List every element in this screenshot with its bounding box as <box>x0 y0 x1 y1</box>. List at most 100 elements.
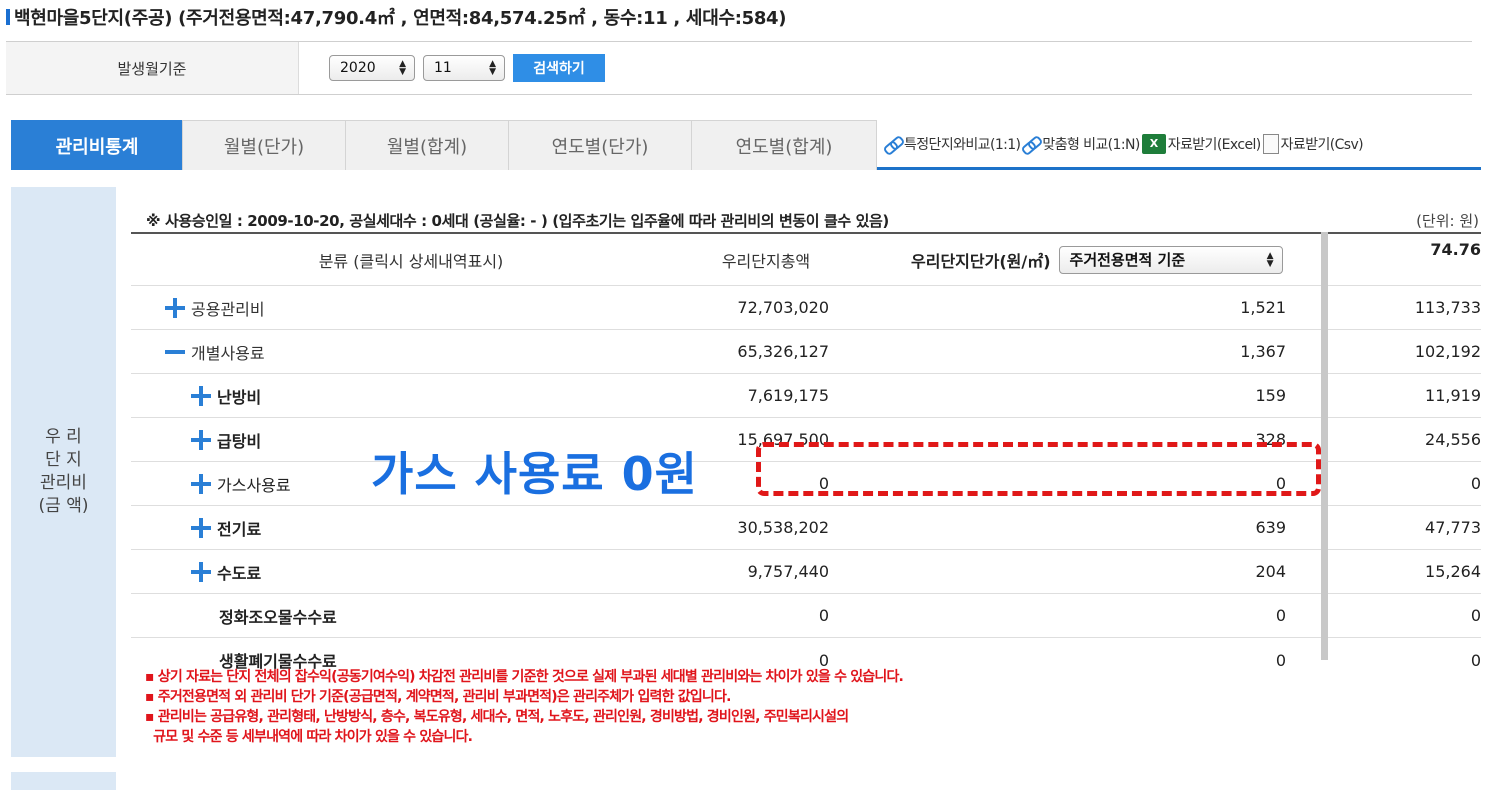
compare-custom-link[interactable]: 맞춤형 비교(1:N) <box>1022 134 1140 154</box>
row-total: 7,619,175 <box>747 386 829 405</box>
header-unit-price: 우리단지단가(원/㎡) 주거전용면적 기준 ▲ ▼ <box>911 245 1283 274</box>
filter-label: 발생월기준 <box>6 42 299 94</box>
row-third: 0 <box>1470 606 1481 625</box>
row-category: 공용관리비 <box>131 296 691 320</box>
tab-monthly-unit[interactable]: 월별(단가) <box>182 120 346 170</box>
row-category: 정화조오물수수료 <box>131 604 691 628</box>
row-third: 47,773 <box>1425 518 1481 537</box>
row-third: 24,556 <box>1425 430 1481 449</box>
row-label: 가스사용료 <box>217 475 291 495</box>
disclaimer-line: ▪ 주거전용면적 외 관리비 단가 기준(공급면적, 계약면적, 관리비 부과면… <box>145 689 731 705</box>
year-value: 2020 <box>340 60 376 76</box>
month-select[interactable]: 11 ▲ ▼ <box>423 55 505 81</box>
link-icon <box>884 137 902 151</box>
header-third: 74.76 <box>1430 240 1481 259</box>
download-csv-label: 자료받기(Csv) <box>1280 136 1364 153</box>
table-row[interactable]: 개별사용료 65,326,127 1,367 102,192 <box>131 330 1481 374</box>
column-divider <box>1321 232 1328 660</box>
row-third: 0 <box>1470 474 1481 493</box>
tab-fee-statistics[interactable]: 관리비통계 <box>11 120 183 170</box>
side-label-line: (금 액) <box>38 496 89 516</box>
table-row[interactable]: 수도료 9,757,440 204 15,264 <box>131 550 1481 594</box>
row-third: 102,192 <box>1414 342 1481 361</box>
expand-plus-icon[interactable] <box>191 561 211 582</box>
row-label: 급탕비 <box>217 431 262 451</box>
unit-label: (단위: 원) <box>1416 212 1479 230</box>
row-total: 0 <box>818 606 829 625</box>
excel-icon: X <box>1141 133 1166 154</box>
table-row[interactable]: 전기료 30,538,202 639 47,773 <box>131 506 1481 550</box>
collapse-minus-icon[interactable] <box>165 342 185 362</box>
header-total: 우리단지총액 <box>721 251 811 271</box>
row-unit: 204 <box>1255 562 1286 581</box>
download-excel-link[interactable]: X 자료받기(Excel) <box>1141 133 1262 154</box>
disclaimer-notes: ▪ 상기 자료는 단지 전체의 잡수익(공동기여수익) 차감전 관리비를 기준한… <box>145 667 904 747</box>
row-label: 전기료 <box>217 519 262 539</box>
disclaimer-line: ▪ 관리비는 공급유형, 관리형태, 난방방식, 층수, 복도유형, 세대수, … <box>145 709 849 725</box>
compare-specific-link[interactable]: 특정단지와비교(1:1) <box>884 134 1021 154</box>
tab-bar: 관리비통계 월별(단가) 월별(합계) 연도별(단가) 연도별(합계) 특정단지… <box>11 120 1481 170</box>
expand-plus-icon[interactable] <box>191 517 211 538</box>
approval-note: ※ 사용승인일 : 2009-10-20, 공실세대수 : 0세대 (공실율: … <box>146 212 889 230</box>
year-select[interactable]: 2020 ▲ ▼ <box>329 55 415 81</box>
side-label: 우 리 단 지 관리비 (금 액) <box>11 187 116 757</box>
side-label-line: 관리비 <box>40 473 87 493</box>
side-label-line: 우 리 <box>45 427 82 447</box>
row-total: 65,326,127 <box>737 342 829 361</box>
row-total: 72,703,020 <box>737 298 829 317</box>
side-label-text: 우 리 단 지 관리비 (금 액) <box>39 426 89 518</box>
document-icon <box>1262 133 1279 154</box>
expand-plus-icon[interactable] <box>165 297 185 318</box>
disclaimer-line: 규모 및 수준 등 세부내역에 따라 차이가 있을 수 있습니다. <box>145 729 473 745</box>
row-category: 개별사용료 <box>131 340 691 364</box>
expand-plus-icon[interactable] <box>191 429 211 450</box>
highlight-box <box>756 442 1321 496</box>
download-csv-link[interactable]: 자료받기(Csv) <box>1262 133 1364 154</box>
tab-yearly-unit[interactable]: 연도별(단가) <box>508 120 692 170</box>
row-category: 난방비 <box>131 384 691 408</box>
table-row[interactable]: 난방비 7,619,175 159 11,919 <box>131 374 1481 418</box>
row-unit: 1,521 <box>1240 298 1286 317</box>
basis-select[interactable]: 주거전용면적 기준 ▲ ▼ <box>1058 245 1283 274</box>
row-label: 정화조오물수수료 <box>219 607 337 627</box>
tab-monthly-total[interactable]: 월별(합계) <box>345 120 509 170</box>
row-unit: 0 <box>1275 650 1286 670</box>
annotation-text: 가스 사용료 0원 <box>371 447 698 501</box>
header-unit-price-label: 우리단지단가(원/㎡) <box>911 251 1051 271</box>
search-button[interactable]: 검색하기 <box>513 54 605 82</box>
row-category: 수도료 <box>131 560 691 584</box>
disclaimer-line: ▪ 상기 자료는 단지 전체의 잡수익(공동기여수익) 차감전 관리비를 기준한… <box>145 669 904 685</box>
tab-yearly-total[interactable]: 연도별(합계) <box>691 120 877 170</box>
month-value: 11 <box>434 60 452 76</box>
row-third: 11,919 <box>1425 386 1481 405</box>
compare-custom-label: 맞춤형 비교(1:N) <box>1042 136 1140 153</box>
page-title: 백현마을5단지(주공) (주거전용면적:47,790.4㎡ , 연면적:84,5… <box>14 8 787 29</box>
select-arrows-icon: ▲ ▼ <box>399 59 406 77</box>
select-arrows-icon: ▲ ▼ <box>1266 250 1274 269</box>
table-header: 분류 (클릭시 상세내역표시) 우리단지총액 우리단지단가(원/㎡) 주거전용면… <box>131 234 1481 286</box>
expand-plus-icon[interactable] <box>191 473 211 494</box>
compare-specific-label: 특정단지와비교(1:1) <box>904 136 1021 153</box>
row-label: 공용관리비 <box>191 299 265 319</box>
row-third: 0 <box>1470 650 1481 670</box>
row-unit: 159 <box>1255 386 1286 405</box>
side-label-next <box>11 772 116 790</box>
row-unit: 639 <box>1255 518 1286 537</box>
row-third: 15,264 <box>1425 562 1481 581</box>
header-category: 분류 (클릭시 상세내역표시) <box>318 251 504 271</box>
table-row[interactable]: 공용관리비 72,703,020 1,521 113,733 <box>131 286 1481 330</box>
row-label: 개별사용료 <box>191 343 265 363</box>
page-header: 백현마을5단지(주공) (주거전용면적:47,790.4㎡ , 연면적:84,5… <box>6 6 787 29</box>
filter-controls: 2020 ▲ ▼ 11 ▲ ▼ 검색하기 <box>299 42 605 94</box>
expand-plus-icon[interactable] <box>191 385 211 406</box>
row-unit: 1,367 <box>1240 342 1286 361</box>
row-total: 30,538,202 <box>737 518 829 537</box>
side-label-line: 단 지 <box>45 450 82 470</box>
row-label: 수도료 <box>217 563 262 583</box>
select-arrows-icon: ▲ ▼ <box>489 59 496 77</box>
filter-row: 발생월기준 2020 ▲ ▼ 11 ▲ ▼ 검색하기 <box>6 41 1472 95</box>
table-row: 정화조오물수수료 0 0 0 <box>131 594 1481 638</box>
row-third: 113,733 <box>1414 298 1481 317</box>
download-excel-label: 자료받기(Excel) <box>1167 136 1262 153</box>
link-icon <box>1022 137 1040 151</box>
